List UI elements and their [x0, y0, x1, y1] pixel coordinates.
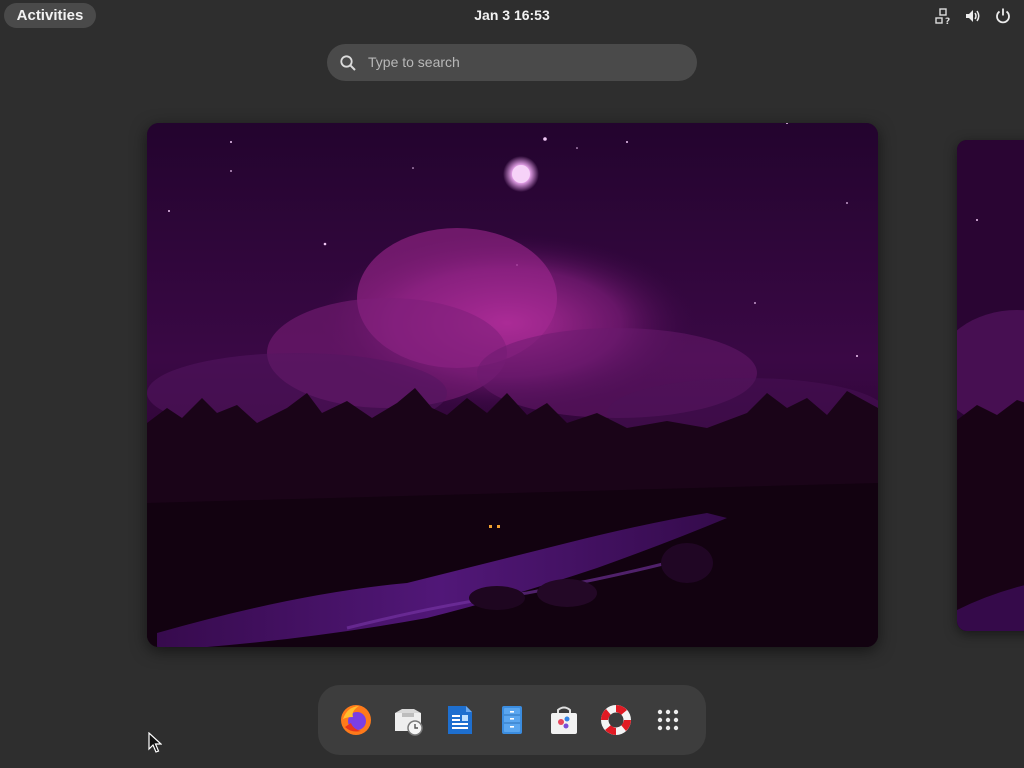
- show-applications-button[interactable]: [650, 702, 686, 738]
- clock[interactable]: Jan 3 16:53: [0, 7, 1024, 23]
- dash-firefox[interactable]: [338, 702, 374, 738]
- dash-software[interactable]: [546, 702, 582, 738]
- dash-files[interactable]: [494, 702, 530, 738]
- search-input[interactable]: Type to search: [327, 44, 697, 81]
- desktop-overview: Activities Jan 3 16:53 ? Type to search: [0, 0, 1024, 768]
- search-placeholder: Type to search: [368, 54, 460, 70]
- top-bar: Activities Jan 3 16:53 ?: [0, 0, 1024, 32]
- dash: [318, 685, 706, 755]
- dash-writer[interactable]: [442, 702, 478, 738]
- dash-backups[interactable]: [390, 702, 426, 738]
- backup-icon: [395, 709, 423, 736]
- mouse-pointer-icon: [148, 731, 163, 759]
- search-icon: [339, 54, 357, 72]
- writer-document-icon: [448, 706, 472, 734]
- wallpaper-image-next: [957, 140, 1024, 631]
- lifebuoy-icon: [601, 705, 631, 735]
- network-offline-icon: ?: [934, 7, 952, 25]
- file-cabinet-icon: [502, 706, 522, 734]
- firefox-icon: [341, 705, 371, 735]
- software-store-icon: [551, 706, 577, 734]
- power-icon: [994, 7, 1012, 25]
- volume-icon: [964, 7, 982, 25]
- system-menu[interactable]: ?: [934, 6, 1012, 26]
- workspace-thumbnail-next[interactable]: [957, 140, 1024, 631]
- dash-help[interactable]: [598, 702, 634, 738]
- workspace-thumbnail-current[interactable]: [147, 123, 878, 647]
- app-grid-icon: [657, 709, 679, 731]
- wallpaper-image: [147, 123, 878, 647]
- svg-text:?: ?: [945, 17, 950, 25]
